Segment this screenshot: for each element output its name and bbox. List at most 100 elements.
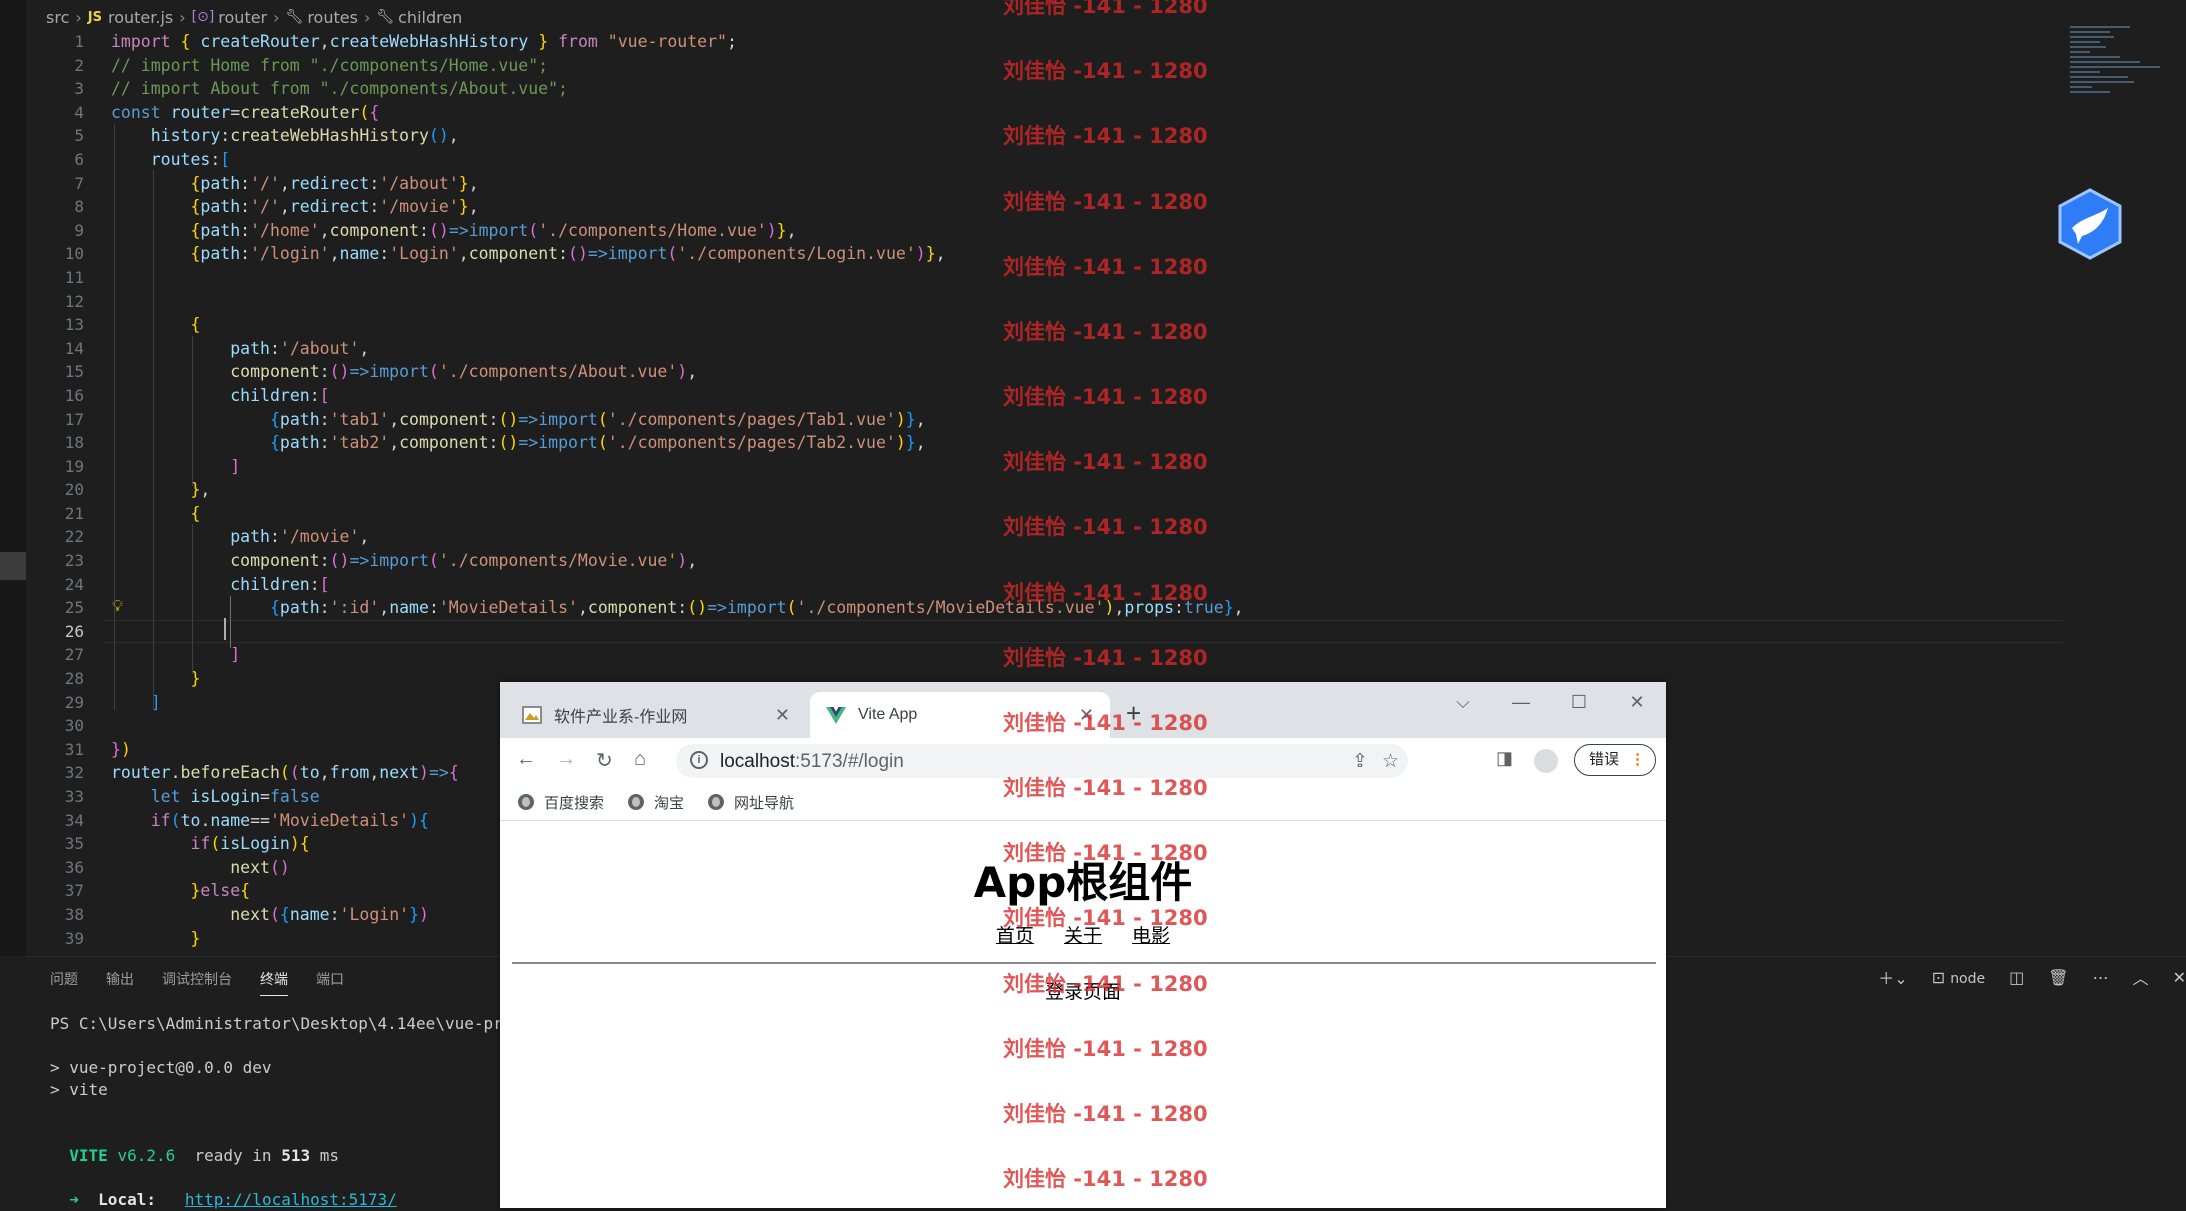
tab-search-chevron-icon[interactable]: ⌵ xyxy=(1434,682,1492,722)
breadcrumb: src › JS router.js › [⊙] router › 🔧︎ rou… xyxy=(46,6,462,28)
terminal-output[interactable]: PS C:\Users\Administrator\Desktop\4.14ee… xyxy=(50,1013,532,1211)
browser-tab-active[interactable]: Vite App ✕ xyxy=(810,692,1110,738)
tab-ports[interactable]: 端口 xyxy=(316,969,344,996)
code-line[interactable]: {path:'/login',name:'Login',component:()… xyxy=(111,242,2186,266)
line-number: 5 xyxy=(74,126,84,146)
code-line[interactable]: }, xyxy=(111,478,2186,502)
wrench-icon: 🔧︎ xyxy=(285,9,304,25)
new-tab-plus-icon[interactable]: + xyxy=(1126,698,1141,729)
code-line[interactable]: const router=createRouter({ xyxy=(111,101,2186,125)
back-arrow-icon[interactable]: ← xyxy=(516,748,536,771)
line-number: 3 xyxy=(74,79,84,99)
code-line[interactable]: {path:'tab1',component:()=>import('./com… xyxy=(111,408,2186,432)
nav-link-about[interactable]: 关于 xyxy=(1064,925,1102,947)
share-icon[interactable]: ⇪ xyxy=(1352,750,1368,773)
forward-arrow-icon[interactable]: → xyxy=(556,748,576,771)
reload-icon[interactable]: ↻ xyxy=(596,748,613,773)
close-window-icon[interactable]: ✕ xyxy=(1608,682,1666,722)
breadcrumb-folder[interactable]: src xyxy=(46,8,69,27)
terminal-shell-icon[interactable]: ⊡ node xyxy=(1932,968,1985,987)
bookmark-star-icon[interactable]: ☆ xyxy=(1382,750,1399,773)
bookmark-item[interactable]: 淘宝 xyxy=(628,792,684,813)
minimize-icon[interactable]: — xyxy=(1492,682,1550,722)
code-line[interactable]: children:[ xyxy=(111,384,2186,408)
code-line[interactable]: routes:[ xyxy=(111,148,2186,172)
bird-app-icon[interactable] xyxy=(2056,188,2124,260)
breadcrumb-file[interactable]: router.js xyxy=(108,8,173,27)
tab-problems[interactable]: 问题 xyxy=(50,969,78,996)
address-bar[interactable]: i localhost:5173/#/login ⇪ ☆ xyxy=(676,744,1408,778)
side-panel-icon[interactable]: ◨ xyxy=(1496,748,1513,769)
bookmark-item[interactable]: 百度搜索 xyxy=(518,792,604,813)
code-line[interactable]: component:()=>import('./components/Movie… xyxy=(111,549,2186,573)
kebab-menu-icon[interactable]: ⋮ xyxy=(1630,745,1645,775)
indent-guide xyxy=(153,170,154,710)
code-line[interactable]: { xyxy=(111,313,2186,337)
trash-icon[interactable]: 🗑︎ xyxy=(2048,968,2068,987)
minimap[interactable] xyxy=(2070,26,2180,126)
tab-debug-console[interactable]: 调试控制台 xyxy=(162,969,232,996)
local-url-link[interactable]: http://localhost:5173/ xyxy=(185,1190,397,1209)
code-line[interactable]: { xyxy=(111,502,2186,526)
url-text[interactable]: localhost:5173/#/login xyxy=(720,751,904,773)
line-number: 18 xyxy=(64,433,84,453)
more-icon[interactable]: ⋯ xyxy=(2093,968,2109,987)
profile-avatar-icon[interactable] xyxy=(1534,749,1558,773)
code-line-current[interactable] xyxy=(103,619,2063,644)
breadcrumb-symbol-routes[interactable]: routes xyxy=(307,8,358,27)
line-number: 14 xyxy=(64,338,84,358)
browser-tab[interactable]: 软件产业系-作业网 ✕ xyxy=(506,692,806,738)
close-tab-icon[interactable]: ✕ xyxy=(775,705,790,726)
maximize-panel-icon[interactable]: ︿ xyxy=(2133,965,2149,989)
maximize-icon[interactable]: ☐ xyxy=(1550,682,1608,722)
breadcrumb-symbol-router[interactable]: router xyxy=(218,8,267,27)
line-number: 32 xyxy=(64,763,84,783)
bookmark-item[interactable]: 网址导航 xyxy=(708,792,794,813)
line-number: 27 xyxy=(64,645,84,665)
code-line[interactable]: {path:':id',name:'MovieDetails',componen… xyxy=(111,596,2186,620)
code-line[interactable]: // import Home from "./components/Home.v… xyxy=(111,54,2186,78)
code-line[interactable]: {path:'tab2',component:()=>import('./com… xyxy=(111,431,2186,455)
code-line[interactable] xyxy=(111,290,2186,314)
url-path: :5173/#/login xyxy=(795,751,904,772)
nav-link-movie[interactable]: 电影 xyxy=(1132,925,1170,947)
window-controls: ⌵ — ☐ ✕ xyxy=(1434,682,1666,722)
url-host: localhost xyxy=(720,751,795,772)
bookmark-label: 百度搜索 xyxy=(544,794,605,812)
nav-link-home[interactable]: 首页 xyxy=(996,925,1034,947)
error-button[interactable]: 错误 ⋮ xyxy=(1574,744,1656,776)
terminal-line: > vue-project@0.0.0 dev xyxy=(50,1058,272,1077)
line-number: 19 xyxy=(64,456,84,476)
code-line[interactable]: component:()=>import('./components/About… xyxy=(111,360,2186,384)
tab-output[interactable]: 输出 xyxy=(106,969,134,996)
close-panel-icon[interactable]: ✕ xyxy=(2173,968,2186,987)
lightbulb-icon[interactable]: 💡︎ xyxy=(112,598,123,616)
code-line[interactable] xyxy=(111,266,2186,290)
code-line[interactable]: {path:'/home',component:()=>import('./co… xyxy=(111,219,2186,243)
chevron-right-icon: › xyxy=(179,7,186,27)
ms-unit: ms xyxy=(319,1146,340,1165)
code-line[interactable]: children:[ xyxy=(111,573,2186,597)
line-number: 6 xyxy=(74,149,84,169)
code-line[interactable]: {path:'/',redirect:'/about'}, xyxy=(111,172,2186,196)
globe-icon xyxy=(628,794,645,810)
code-line[interactable]: path:'/about', xyxy=(111,337,2186,361)
split-terminal-icon[interactable]: ◫ xyxy=(2009,968,2024,987)
new-terminal-plus-icon[interactable]: ＋⌄ xyxy=(1878,965,1907,989)
line-number: 22 xyxy=(64,527,84,547)
code-line[interactable]: import { createRouter,createWebHashHisto… xyxy=(111,30,2186,54)
code-line[interactable]: ] xyxy=(111,455,2186,479)
line-number: 20 xyxy=(64,480,84,500)
close-tab-icon[interactable]: ✕ xyxy=(1079,705,1094,726)
code-line[interactable]: history:createWebHashHistory(), xyxy=(111,124,2186,148)
breadcrumb-symbol-children[interactable]: children xyxy=(398,8,462,27)
site-info-icon[interactable]: i xyxy=(690,751,708,769)
code-line[interactable]: path:'/movie', xyxy=(111,525,2186,549)
code-line[interactable]: {path:'/',redirect:'/movie'}, xyxy=(111,195,2186,219)
home-icon[interactable]: ⌂ xyxy=(634,748,646,771)
line-number: 29 xyxy=(64,692,84,712)
router-view-text: 登录页面 xyxy=(1044,981,1121,1003)
code-line[interactable]: ] xyxy=(111,643,2186,667)
code-line[interactable]: // import About from "./components/About… xyxy=(111,77,2186,101)
tab-terminal[interactable]: 终端 xyxy=(260,969,288,996)
